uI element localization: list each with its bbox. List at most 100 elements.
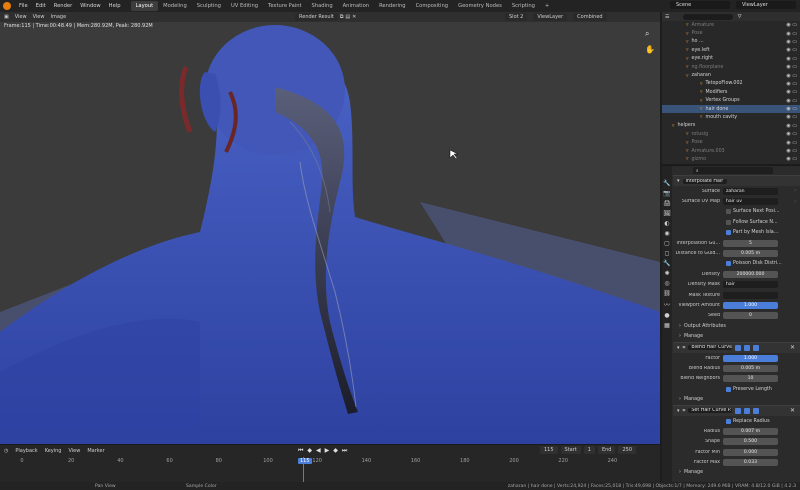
pan-hand-icon[interactable]: ✋ [645, 45, 655, 54]
zoom-icon[interactable]: ⌕ [645, 29, 655, 39]
timeline-ruler[interactable]: 0 20 40 60 80 100 120 140 160 180 200 220 240 [0, 457, 660, 483]
surface-uv-field[interactable]: hair uv [723, 198, 778, 206]
folder-icon[interactable]: ▤ [345, 14, 350, 20]
outliner-search-input[interactable] [683, 13, 734, 20]
checkbox-box-checked[interactable] [726, 261, 731, 267]
render-pass-selector[interactable]: Combined [573, 13, 607, 21]
visibility-eye-icon[interactable]: ◉ ▭ [786, 98, 797, 104]
render-toggle-icon[interactable] [753, 407, 760, 414]
outliner[interactable]: ☰ ⛛ ▿ Armature ◉ ▭ ▿ Pose ◉ ▭ ▿ ho ... ◉ ▭ ▿ eye.l… [662, 12, 800, 164]
menu-view-timeline[interactable]: View [68, 448, 80, 454]
view-layer-selector[interactable]: ViewLayer [736, 1, 796, 9]
blend-neighbors-field[interactable]: 10 [723, 375, 778, 383]
next-keyframe-icon[interactable]: ◆ [333, 447, 338, 455]
render-result-name[interactable]: Render Result [295, 13, 338, 21]
edit-mode-toggle-icon[interactable] [735, 407, 742, 414]
timeline-editor[interactable]: ◷ Playback Keying View Marker ⏮ ◆ ◀ ▶ ◆ … [0, 444, 660, 483]
object-tab-icon[interactable]: ◻ [665, 250, 670, 257]
keyframe-dot-icon[interactable]: ◦ [794, 199, 797, 205]
factor-min-field[interactable]: 0.000 [723, 448, 778, 456]
remove-modifier-icon[interactable]: ✕ [790, 344, 795, 351]
factor-slider[interactable]: 1.000 [723, 354, 778, 362]
tab-rendering[interactable]: Rendering [374, 1, 411, 11]
tab-geometry-nodes[interactable]: Geometry Nodes [453, 1, 507, 11]
tab-shading[interactable]: Shading [307, 1, 338, 11]
visibility-eye-icon[interactable]: ◉ ▭ [786, 131, 797, 137]
menu-playback[interactable]: Playback [15, 448, 37, 454]
manage-panel-1[interactable]: › Manage [673, 331, 800, 341]
add-workspace-button[interactable]: + [540, 1, 554, 11]
checkbox-box[interactable] [726, 219, 731, 225]
menu-file[interactable]: File [15, 3, 32, 9]
modifier-header-blend[interactable]: ▾ ⌗ Blend Hair Curves ✕ [673, 341, 800, 353]
timeline-editor-icon[interactable]: ◷ [4, 448, 8, 454]
outliner-item[interactable]: ▿ ho ... ◉ ▭ [662, 38, 800, 46]
menu-help[interactable]: Help [105, 3, 125, 9]
play-reverse-icon[interactable]: ◀ [316, 447, 321, 455]
interp-guides-field[interactable]: 5 [723, 239, 778, 247]
blend-radius-field[interactable]: 0.005 m [723, 364, 778, 372]
menu-window[interactable]: Window [76, 3, 104, 9]
visibility-eye-icon[interactable]: ◉ ▭ [786, 47, 797, 53]
menu-edit[interactable]: Edit [32, 3, 50, 9]
shape-field[interactable]: 0.500 [723, 438, 778, 446]
tab-animation[interactable]: Animation [338, 1, 374, 11]
dist-guides-field[interactable]: 0.005 m [723, 250, 778, 258]
world-tab-icon[interactable]: ◉ [664, 230, 669, 237]
visibility-eye-icon[interactable]: ◉ ▭ [786, 156, 797, 162]
checkbox-box-checked[interactable] [726, 418, 731, 424]
blender-logo-icon[interactable] [3, 2, 11, 10]
outliner-item[interactable]: ▿ Pose ◉ ▭ [662, 29, 800, 37]
outliner-item[interactable]: ▿ mouth cavity ◉ ▭ [662, 113, 800, 121]
visibility-eye-icon[interactable]: ◉ ▭ [786, 123, 797, 129]
checkbox-box-checked[interactable] [726, 386, 731, 392]
tab-layout[interactable]: Layout [130, 1, 159, 11]
jump-end-icon[interactable]: ⏭ [342, 447, 347, 455]
play-icon[interactable]: ▶ [325, 447, 330, 455]
modifier-header-set-curve[interactable]: ▾ ⌗ Set Hair Curve P... ✕ [673, 404, 800, 416]
tab-compositing[interactable]: Compositing [411, 1, 454, 11]
visibility-eye-icon[interactable]: ◉ ▭ [786, 39, 797, 45]
slot-selector[interactable]: Slot 2 [505, 13, 528, 21]
output-tab-icon[interactable]: 🖨 [663, 200, 671, 207]
preserve-length-checkbox[interactable]: Preserve Length [726, 386, 772, 392]
outliner-item[interactable]: ▿ TetopoFlow.002 ◉ ▭ [662, 80, 800, 88]
close-icon[interactable]: ✕ [352, 14, 356, 20]
properties-editor[interactable]: 🔧 📷 🖨 🖼 ◐ ◉ ▢ ◻ 🔧 ✺ ◎ ⛓ 〰 ● ▦ ⌕ ▾ Interp… [662, 165, 800, 482]
start-frame-field[interactable]: 1 [583, 446, 595, 454]
outliner-item[interactable]: ▿ Modifiers ◉ ▭ [662, 88, 800, 96]
density-mask-field[interactable]: hair [723, 281, 778, 289]
poisson-checkbox[interactable]: Poisson Disk Distri... [726, 261, 782, 267]
modifier-name-blend[interactable]: Blend Hair Curves [688, 345, 733, 351]
filter-icon[interactable]: ⛛ [737, 14, 741, 20]
outliner-item[interactable]: ▿ hair done ◉ ▭ [662, 104, 800, 114]
checkbox-box[interactable] [726, 209, 731, 215]
modifier-header-interpolate[interactable]: ▾ Interpolate Hair [673, 175, 800, 186]
menu-render[interactable]: Render [50, 3, 76, 9]
manage-panel-2[interactable]: › Manage [673, 394, 800, 404]
manage-panel-3[interactable]: › Manage [673, 468, 800, 478]
outliner-item[interactable]: ▿ rotusig ◉ ▭ [662, 130, 800, 138]
keyframe-dot-icon[interactable]: ◦ [794, 188, 797, 194]
menu-marker[interactable]: Marker [87, 448, 104, 454]
mask-texture-field[interactable] [723, 291, 778, 299]
checkbox-box-checked[interactable] [726, 230, 731, 236]
tab-modeling[interactable]: Modeling [158, 1, 192, 11]
tool-tab-icon[interactable]: 🔧 [663, 180, 670, 187]
data-tab-icon[interactable]: 〰 [664, 300, 670, 309]
remove-modifier-icon[interactable]: ✕ [790, 407, 795, 414]
jump-start-icon[interactable]: ⏮ [298, 447, 303, 455]
menu-image[interactable]: Image [50, 14, 66, 20]
material-tab-icon[interactable]: ● [664, 312, 669, 319]
visibility-eye-icon[interactable]: ◉ ▭ [786, 140, 797, 146]
viewport-amount-slider[interactable]: 1.000 [723, 301, 778, 309]
outliner-item[interactable]: ▿ helpers ◉ ▭ [662, 122, 800, 130]
constraints-tab-icon[interactable]: ⛓ [663, 290, 671, 297]
modifier-name-interpolate[interactable]: Interpolate Hair [682, 178, 727, 184]
tab-uv-editing[interactable]: UV Editing [226, 1, 263, 11]
replace-radius-checkbox[interactable]: Replace Radius [726, 418, 770, 424]
surface-next-pos-checkbox[interactable]: Surface Next Posi... [726, 209, 780, 215]
outliner-item[interactable]: ▿ Armature ◉ ▭ [662, 21, 800, 29]
scene-tab-icon[interactable]: ◐ [664, 220, 669, 227]
visibility-eye-icon[interactable]: ◉ ▭ [786, 73, 797, 79]
